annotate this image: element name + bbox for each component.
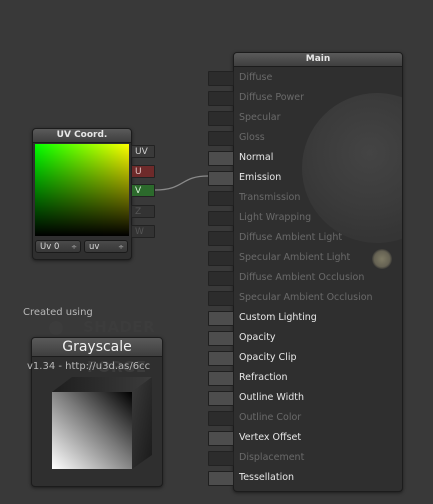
main-input-row[interactable]: Specular Ambient Occlusion: [234, 289, 402, 309]
main-input-port[interactable]: [208, 391, 234, 406]
main-input-port[interactable]: [208, 191, 234, 206]
main-input-port[interactable]: [208, 451, 234, 466]
uv-channel-value: Uv 0: [40, 242, 60, 252]
main-input-label: Emission: [239, 172, 282, 183]
main-input-label: Opacity: [239, 332, 276, 343]
main-input-port[interactable]: [208, 411, 234, 426]
main-input-port[interactable]: [208, 431, 234, 446]
main-input-row[interactable]: Opacity: [234, 329, 402, 349]
main-input-row[interactable]: Gloss: [234, 129, 402, 149]
uv-preview-image: [35, 144, 129, 236]
main-input-row[interactable]: Diffuse: [234, 69, 402, 89]
main-input-label: Diffuse: [239, 72, 273, 83]
main-input-row[interactable]: Refraction: [234, 369, 402, 389]
shaderforge-logo-icon: [49, 321, 63, 335]
main-input-port[interactable]: [208, 111, 234, 126]
uv-node-title[interactable]: UV Coord.: [33, 129, 131, 143]
main-input-label: Displacement: [239, 452, 305, 463]
main-input-label: Outline Width: [239, 392, 304, 403]
main-input-label: Refraction: [239, 372, 288, 383]
created-using-text: Created using: [23, 307, 93, 318]
main-input-row[interactable]: Specular: [234, 109, 402, 129]
uv-output-uv[interactable]: UV: [131, 145, 155, 158]
brand-shader-text: SHADER: [83, 318, 156, 336]
main-node-title[interactable]: Main: [234, 53, 402, 67]
main-input-port[interactable]: [208, 211, 234, 226]
uv-mode-dropdown[interactable]: uv ÷: [84, 240, 128, 253]
uv-coord-node[interactable]: UV Coord. Uv 0 ÷ uv ÷: [32, 128, 132, 260]
main-input-port[interactable]: [208, 131, 234, 146]
main-input-port[interactable]: [208, 311, 234, 326]
main-input-label: Specular Ambient Light: [239, 252, 351, 263]
main-input-row[interactable]: Opacity Clip: [234, 349, 402, 369]
main-input-row[interactable]: Emission: [234, 169, 402, 189]
main-input-label: Specular Ambient Occlusion: [239, 292, 373, 303]
main-input-label: Outline Color: [239, 412, 302, 423]
main-input-row[interactable]: Tessellation: [234, 469, 402, 489]
main-input-row[interactable]: Outline Width: [234, 389, 402, 409]
main-input-row[interactable]: Normal: [234, 149, 402, 169]
main-input-port[interactable]: [208, 91, 234, 106]
uv-output-w[interactable]: W: [131, 225, 155, 238]
uv-output-z[interactable]: Z: [131, 205, 155, 218]
main-input-port[interactable]: [208, 371, 234, 386]
main-input-row[interactable]: Vertex Offset: [234, 429, 402, 449]
uv-mode-value: uv: [89, 242, 100, 252]
main-input-port[interactable]: [208, 291, 234, 306]
main-input-label: Vertex Offset: [239, 432, 302, 443]
main-input-label: Custom Lighting: [239, 312, 317, 323]
main-input-row[interactable]: Outline Color: [234, 409, 402, 429]
main-input-port[interactable]: [208, 331, 234, 346]
main-input-label: Gloss: [239, 132, 265, 143]
main-node[interactable]: Main Diffuse Diffuse Power Specular Gloss No…: [233, 52, 403, 492]
version-text: v1.34 - http://u3d.as/6cc: [27, 361, 151, 372]
main-input-label: Diffuse Ambient Occlusion: [239, 272, 365, 283]
cube-preview: [52, 377, 152, 469]
main-input-label: Diffuse Power: [239, 92, 305, 103]
main-input-port[interactable]: [208, 271, 234, 286]
main-input-label: Opacity Clip: [239, 352, 297, 363]
uv-output-v[interactable]: V: [131, 184, 155, 197]
main-input-label: Diffuse Ambient Light: [239, 232, 343, 243]
dropdown-arrow-icon: ÷: [118, 243, 124, 251]
main-input-port[interactable]: [208, 231, 234, 246]
uv-channel-dropdown[interactable]: Uv 0 ÷: [35, 240, 81, 253]
main-input-label: Specular: [239, 112, 281, 123]
grayscale-node-title[interactable]: Grayscale: [32, 338, 162, 357]
main-input-row[interactable]: Displacement: [234, 449, 402, 469]
main-input-row[interactable]: Custom Lighting: [234, 309, 402, 329]
main-input-label: Light Wrapping: [239, 212, 312, 223]
main-input-port[interactable]: [208, 171, 234, 186]
main-input-label: Normal: [239, 152, 274, 163]
main-input-port[interactable]: [208, 351, 234, 366]
main-input-port[interactable]: [208, 471, 234, 486]
main-input-port[interactable]: [208, 71, 234, 86]
main-input-row[interactable]: Transmission: [234, 189, 402, 209]
uv-output-u[interactable]: U: [131, 165, 155, 178]
main-input-row[interactable]: Diffuse Ambient Occlusion: [234, 269, 402, 289]
main-input-port[interactable]: [208, 251, 234, 266]
main-input-row[interactable]: Diffuse Ambient Light: [234, 229, 402, 249]
main-input-port[interactable]: [208, 151, 234, 166]
main-input-label: Tessellation: [239, 472, 295, 483]
main-input-row[interactable]: Diffuse Power: [234, 89, 402, 109]
main-input-row[interactable]: Specular Ambient Light: [234, 249, 402, 269]
dropdown-arrow-icon: ÷: [71, 243, 77, 251]
main-input-label: Transmission: [239, 192, 301, 203]
main-input-row[interactable]: Light Wrapping: [234, 209, 402, 229]
